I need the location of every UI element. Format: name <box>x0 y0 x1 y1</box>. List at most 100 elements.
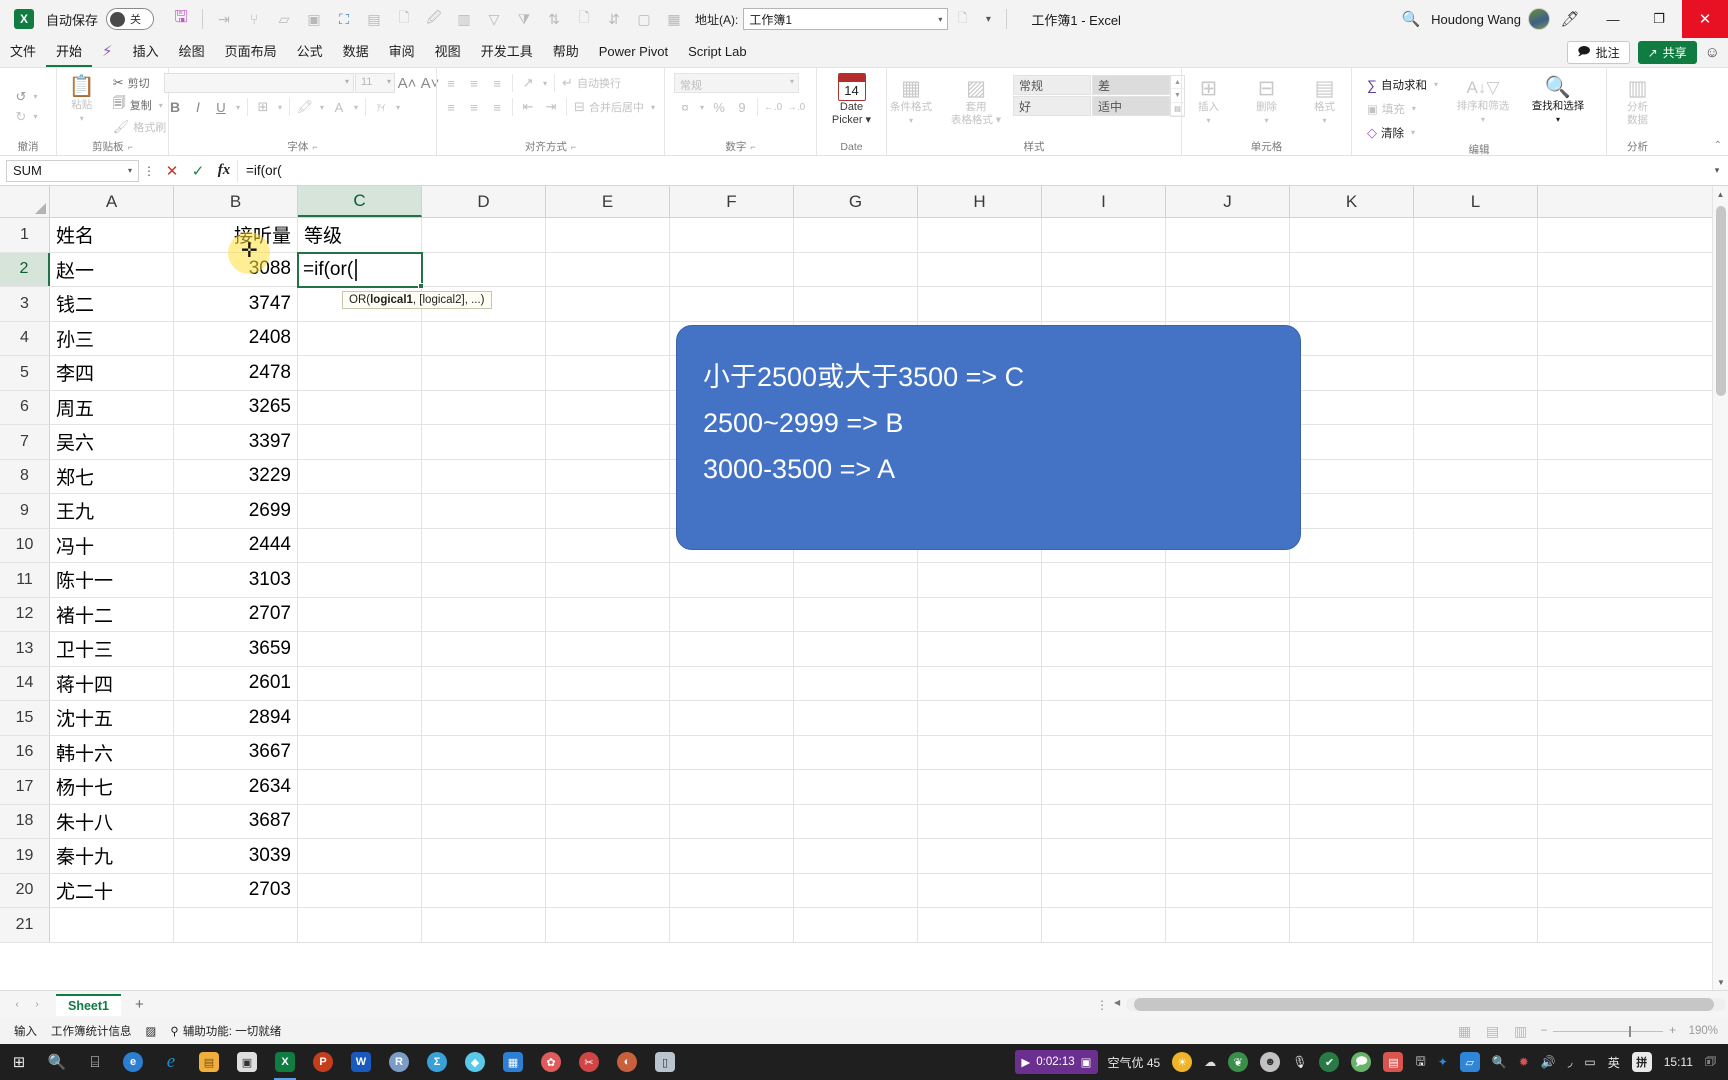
select-all-icon[interactable]: ⛶ <box>329 5 359 33</box>
cell-L13[interactable] <box>1414 632 1538 666</box>
cell-F2[interactable] <box>670 252 794 286</box>
active-cell-C2[interactable]: =if(or( <box>297 251 423 288</box>
task-view-icon[interactable]: ⌸ <box>76 1044 114 1080</box>
cell-J19[interactable] <box>1166 839 1290 873</box>
cell-G15[interactable] <box>794 701 918 735</box>
sort-az-icon[interactable]: ⇅ <box>539 5 569 33</box>
align-left-button[interactable]: ≡ <box>440 97 462 117</box>
cell-H2[interactable] <box>918 252 1042 286</box>
cell-H3[interactable] <box>918 287 1042 321</box>
cell-A3[interactable]: 钱二 <box>50 287 174 321</box>
taskbar-app-powerpoint-icon[interactable]: P <box>304 1044 342 1080</box>
weather-status[interactable]: 空气优 45 <box>1102 1044 1167 1080</box>
clip-icon[interactable]: 🖉 <box>419 5 449 33</box>
cell-K1[interactable] <box>1290 218 1414 252</box>
row-header-8[interactable]: 8 <box>0 459 50 493</box>
cell-B2[interactable]: 3088 <box>174 252 298 286</box>
cell-A19[interactable]: 秦十九 <box>50 839 174 873</box>
cell-D12[interactable] <box>422 597 546 631</box>
column-header-C[interactable]: C <box>298 186 422 217</box>
cell-B11[interactable]: 3103 <box>174 563 298 597</box>
merge-center-button[interactable]: ⊟ 合并后居中 ▾ <box>571 97 661 117</box>
row-header-3[interactable]: 3 <box>0 287 50 321</box>
cell-D13[interactable] <box>422 632 546 666</box>
cell-F14[interactable] <box>670 666 794 700</box>
cell-G20[interactable] <box>794 873 918 907</box>
tab-draw[interactable]: 绘图 <box>169 39 215 67</box>
cell-D16[interactable] <box>422 735 546 769</box>
cell-F19[interactable] <box>670 839 794 873</box>
chevron-down-icon[interactable]: ▾ <box>909 114 913 127</box>
column-header-H[interactable]: H <box>918 186 1042 217</box>
cell-E18[interactable] <box>546 804 670 838</box>
cell-C20[interactable] <box>298 873 422 907</box>
cell-I19[interactable] <box>1042 839 1166 873</box>
cell-D19[interactable] <box>422 839 546 873</box>
row-header-5[interactable]: 5 <box>0 356 50 390</box>
cell-I13[interactable] <box>1042 632 1166 666</box>
taskbar-app-palette-icon[interactable]: ◐ <box>608 1044 646 1080</box>
cell-E20[interactable] <box>546 873 670 907</box>
column-header-F[interactable]: F <box>670 186 794 217</box>
cell-J11[interactable] <box>1166 563 1290 597</box>
taskbar-app-excel-icon[interactable]: X <box>266 1044 304 1080</box>
taskbar-app-sigma-icon[interactable]: Σ <box>418 1044 456 1080</box>
cell-L3[interactable] <box>1414 287 1538 321</box>
cell-K20[interactable] <box>1290 873 1414 907</box>
cell-H11[interactable] <box>918 563 1042 597</box>
save-icon[interactable]: 🖫 <box>166 5 196 33</box>
cell-C10[interactable] <box>298 528 422 562</box>
taskbar-app-r-icon[interactable]: R <box>380 1044 418 1080</box>
cell-B5[interactable]: 2478 <box>174 356 298 390</box>
cell-C17[interactable] <box>298 770 422 804</box>
name-box[interactable]: SUM ▾ <box>6 159 139 182</box>
cell-D15[interactable] <box>422 701 546 735</box>
cell-K18[interactable] <box>1290 804 1414 838</box>
usb-icon[interactable]: 🖫 <box>1409 1044 1431 1080</box>
cell-G3[interactable] <box>794 287 918 321</box>
page-layout-icon[interactable]: ▤ <box>1479 1020 1507 1042</box>
cell-L21[interactable] <box>1414 908 1538 942</box>
cell-A17[interactable]: 杨十七 <box>50 770 174 804</box>
cell-E10[interactable] <box>546 528 670 562</box>
sheet-tab-sheet1[interactable]: Sheet1 <box>56 993 121 1016</box>
cell-E5[interactable] <box>546 356 670 390</box>
cell-G18[interactable] <box>794 804 918 838</box>
cell-D1[interactable] <box>422 218 546 252</box>
borders-icon[interactable]: ⊞ <box>252 97 274 117</box>
cell-A5[interactable]: 李四 <box>50 356 174 390</box>
cell-A7[interactable]: 吴六 <box>50 425 174 459</box>
cell-E15[interactable] <box>546 701 670 735</box>
dialog-launcher-icon[interactable]: ⌐ <box>571 142 576 152</box>
date-picker-button[interactable]: 14 Date Picker ▾ <box>823 73 881 127</box>
cell-D20[interactable] <box>422 873 546 907</box>
cell-D21[interactable] <box>422 908 546 942</box>
wrap-text-button[interactable]: ↵ 自动换行 <box>559 73 624 93</box>
cell-D8[interactable] <box>422 459 546 493</box>
cell-H18[interactable] <box>918 804 1042 838</box>
align-middle-button[interactable]: ≡ <box>463 73 485 93</box>
cell-I12[interactable] <box>1042 597 1166 631</box>
comment-button[interactable]: 🗩 批注 <box>1567 41 1630 64</box>
chevron-down-icon[interactable]: ▾ <box>1481 113 1485 126</box>
tab-page-layout[interactable]: 页面布局 <box>215 39 287 67</box>
cell-A13[interactable]: 卫十三 <box>50 632 174 666</box>
cell-B8[interactable]: 3229 <box>174 459 298 493</box>
chevron-down-icon[interactable]: ▾ <box>697 103 707 112</box>
percent-style-button[interactable]: % <box>708 97 730 117</box>
horizontal-scroll-thumb[interactable] <box>1134 998 1714 1011</box>
vertical-scroll-thumb[interactable] <box>1716 206 1726 396</box>
chevron-down-icon[interactable]: ▾ <box>1206 114 1210 127</box>
border-icon[interactable]: ▥ <box>449 5 479 33</box>
cell-K6[interactable] <box>1290 390 1414 424</box>
cell-H20[interactable] <box>918 873 1042 907</box>
cell-J1[interactable] <box>1166 218 1290 252</box>
cell-B12[interactable]: 2707 <box>174 597 298 631</box>
cell-A15[interactable]: 沈十五 <box>50 701 174 735</box>
sheet-overflow-icon[interactable]: ⋮ <box>1096 998 1108 1012</box>
chevron-down-icon[interactable]: ▾ <box>1322 114 1326 127</box>
address-page-icon[interactable]: 🗋 <box>948 9 976 30</box>
cell-G1[interactable] <box>794 218 918 252</box>
pen-icon[interactable]: 🖊 <box>1550 0 1590 38</box>
cell-J20[interactable] <box>1166 873 1290 907</box>
